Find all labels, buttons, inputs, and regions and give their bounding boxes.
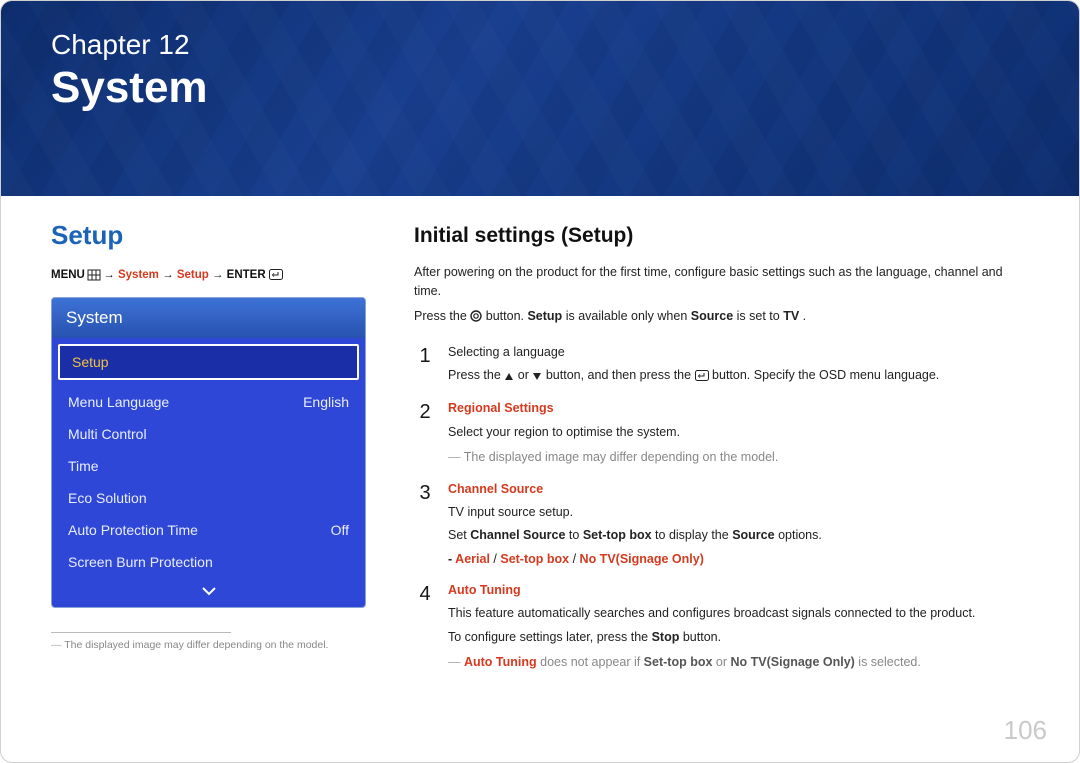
page-number: 106 (1004, 715, 1047, 746)
up-arrow-icon (504, 368, 514, 387)
enter-icon (269, 269, 283, 283)
steps-list: Selecting a language Press the or button… (414, 343, 1031, 673)
left-column: Setup MENU → System → Setup → ENTER Syst… (51, 220, 366, 685)
step-body: This feature automatically searches and … (448, 604, 1031, 623)
step-body: Press the or button, and then press the … (448, 366, 1031, 387)
breadcrumb: MENU → System → Setup → ENTER (51, 269, 366, 283)
step-options: - Aerial / Set-top box / No TV(Signage O… (448, 550, 1031, 569)
kw-tv: TV (783, 309, 799, 323)
step-1: Selecting a language Press the or button… (414, 343, 1031, 388)
crumb-setup: Setup (177, 269, 209, 281)
footnote-rule (51, 632, 231, 633)
step-tip: Auto Tuning does not appear if Set-top b… (448, 653, 1031, 672)
crumb-arrow: → (212, 269, 227, 281)
step-heading: Channel Source (448, 480, 1031, 499)
osd-row-label: Menu Language (68, 394, 169, 410)
step-heading: Auto Tuning (448, 581, 1031, 600)
content-body: Setup MENU → System → Setup → ENTER Syst… (1, 196, 1079, 709)
kw-source: Source (691, 309, 733, 323)
crumb-arrow: → (103, 269, 118, 281)
section-heading: Setup (51, 220, 366, 251)
section-title: Initial settings (Setup) (414, 220, 1031, 253)
osd-menu-row[interactable]: Screen Burn Protection (52, 546, 365, 578)
chapter-label: Chapter 12 (51, 29, 1029, 61)
right-column: Initial settings (Setup) After powering … (414, 220, 1031, 685)
step-body: Set Channel Source to Set-top box to dis… (448, 526, 1031, 545)
osd-row-label: Screen Burn Protection (68, 554, 213, 570)
note-text: Press the button. Setup is available onl… (414, 307, 1031, 328)
step-body: To configure settings later, press the S… (448, 628, 1031, 647)
osd-row-label: Time (68, 458, 99, 474)
step-heading: Regional Settings (448, 399, 1031, 418)
osd-menu-more[interactable] (52, 578, 365, 607)
osd-row-value: Off (331, 522, 349, 538)
chapter-title: System (51, 63, 1029, 113)
crumb-arrow: → (162, 269, 177, 281)
menu-grid-icon (88, 270, 100, 283)
osd-menu-row[interactable]: Menu Language English (52, 386, 365, 418)
footnote: The displayed image may differ depending… (51, 639, 366, 651)
osd-menu-selected[interactable]: Setup (58, 344, 359, 380)
osd-menu-row[interactable]: Eco Solution (52, 482, 365, 514)
osd-row-value: English (303, 394, 349, 410)
page: Chapter 12 System Setup MENU → System → … (0, 0, 1080, 763)
intro-text: After powering on the product for the fi… (414, 263, 1031, 302)
chevron-down-icon (202, 587, 216, 596)
kw-setup: Setup (527, 309, 562, 323)
osd-row-label: Eco Solution (68, 490, 147, 506)
chapter-header: Chapter 12 System (1, 1, 1079, 196)
step-body: TV input source setup. (448, 503, 1031, 522)
power-settings-icon (470, 309, 482, 328)
step-tip: The displayed image may differ depending… (448, 448, 1031, 467)
crumb-system: System (118, 269, 159, 281)
osd-row-label: Auto Protection Time (68, 522, 198, 538)
step-body: Select your region to optimise the syste… (448, 423, 1031, 442)
osd-menu-row[interactable]: Multi Control (52, 418, 365, 450)
osd-row-label: Multi Control (68, 426, 147, 442)
down-arrow-icon (532, 368, 542, 387)
enter-icon (695, 368, 709, 387)
step-3: Channel Source TV input source setup. Se… (414, 480, 1031, 570)
step-2: Regional Settings Select your region to … (414, 399, 1031, 467)
step-heading: Selecting a language (448, 343, 1031, 362)
crumb-enter: ENTER (227, 269, 266, 281)
osd-menu: System Setup Menu Language English Multi … (51, 297, 366, 608)
step-4: Auto Tuning This feature automatically s… (414, 581, 1031, 673)
osd-menu-title: System (52, 298, 365, 338)
crumb-menu: MENU (51, 269, 85, 281)
osd-menu-row[interactable]: Time (52, 450, 365, 482)
osd-menu-row[interactable]: Auto Protection Time Off (52, 514, 365, 546)
